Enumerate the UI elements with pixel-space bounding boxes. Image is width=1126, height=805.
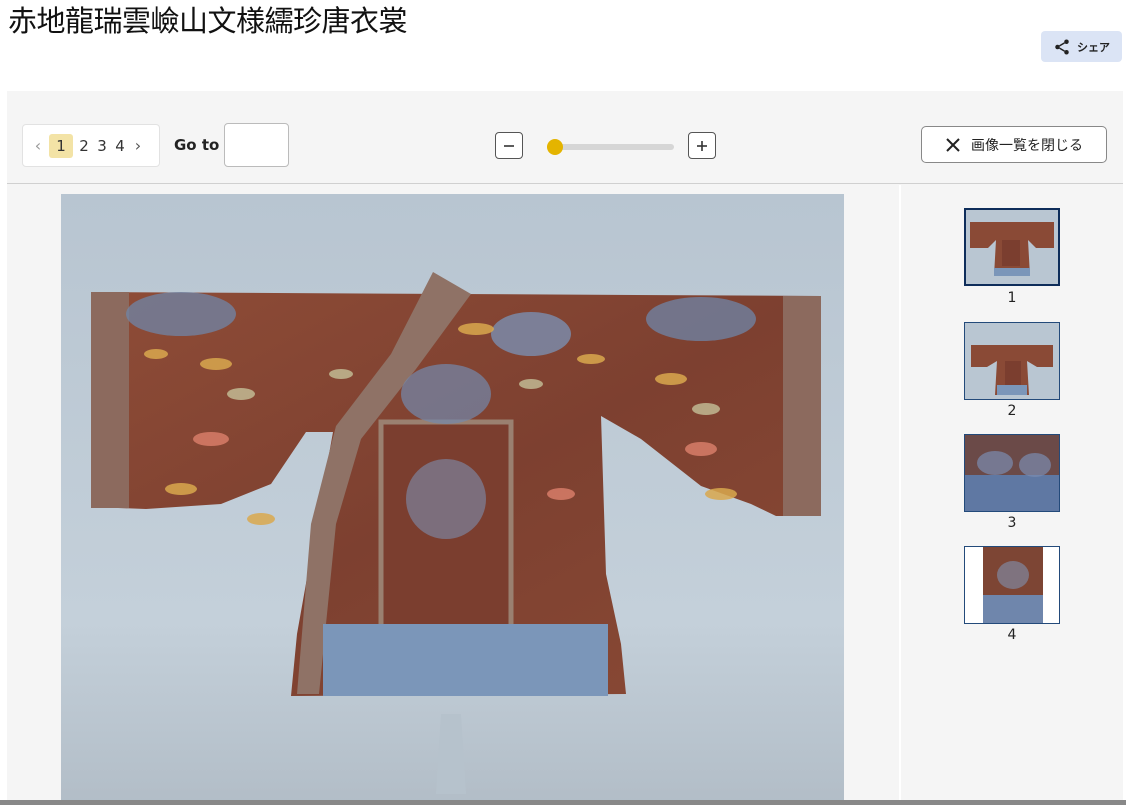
main-image-area [7, 185, 899, 805]
thumbnail-2-label: 2 [1007, 403, 1017, 419]
share-button[interactable]: シェア [1041, 31, 1122, 62]
chevron-right-icon[interactable]: › [131, 136, 145, 155]
share-icon [1055, 39, 1069, 54]
thumbnail-panel: 1 2 3 4 [901, 185, 1123, 805]
thumbnail-3-image [965, 435, 1059, 511]
zoom-slider-handle[interactable] [547, 139, 563, 155]
zoom-out-button[interactable] [495, 132, 523, 159]
thumbnail-1[interactable] [964, 208, 1060, 286]
thumbnail-4-label: 4 [1007, 627, 1017, 643]
pagination: ‹ 1 2 3 4 › [22, 124, 160, 167]
zoom-in-button[interactable] [688, 132, 716, 159]
image-viewer: ‹ 1 2 3 4 › Go to 画像一覧を閉じる 1 2 3 4 [7, 91, 1123, 805]
page-1-button[interactable]: 1 [49, 133, 73, 158]
thumbnail-1-label: 1 [1007, 290, 1017, 306]
goto-input[interactable] [224, 123, 289, 167]
chevron-left-icon[interactable]: ‹ [31, 136, 45, 155]
page-4-button[interactable]: 4 [113, 137, 127, 155]
thumbnail-4[interactable] [964, 546, 1060, 624]
goto-label: Go to [174, 136, 220, 154]
thumbnail-2[interactable] [964, 322, 1060, 400]
page-title: 赤地龍瑞雲嶮山文様繻珍唐衣裳 [8, 4, 408, 38]
page-2-button[interactable]: 2 [77, 137, 91, 155]
thumbnail-3-label: 3 [1007, 515, 1017, 531]
minus-icon [504, 144, 514, 147]
close-icon [946, 137, 960, 152]
thumbnail-2-image [965, 323, 1059, 399]
close-image-list-button[interactable]: 画像一覧を閉じる [921, 126, 1107, 163]
thumbnail-1-image [966, 210, 1058, 284]
robe-image [61, 194, 844, 805]
viewer-toolbar: ‹ 1 2 3 4 › Go to 画像一覧を閉じる [7, 91, 1123, 184]
share-label: シェア [1077, 40, 1110, 54]
close-image-list-label: 画像一覧を閉じる [971, 137, 1083, 154]
plus-icon [697, 140, 707, 151]
thumbnail-4-image [965, 547, 1059, 623]
main-image[interactable] [61, 194, 844, 805]
thumbnail-3[interactable] [964, 434, 1060, 512]
zoom-slider[interactable] [547, 139, 674, 155]
page-3-button[interactable]: 3 [95, 137, 109, 155]
bottom-scrollbar[interactable] [0, 800, 1126, 805]
